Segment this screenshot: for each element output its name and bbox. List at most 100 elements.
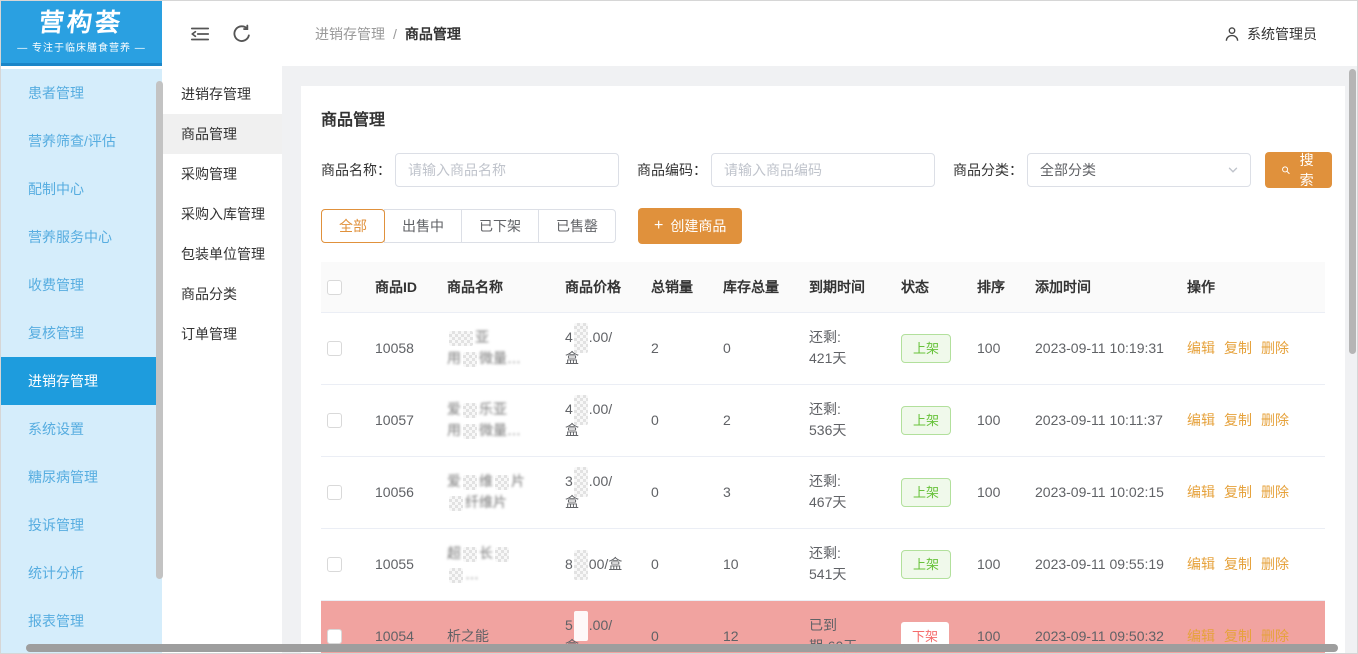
cell-sort: 100 [971,384,1029,456]
cell-product-price: 4.00/ 盒 [559,384,645,456]
sidebar-item-nutrition-screening[interactable]: 营养筛查/评估 [1,117,162,165]
cell-actions: 编辑复制删除 [1181,384,1325,456]
create-product-button[interactable]: + 创建商品 [638,208,742,244]
sidebar-item-review[interactable]: 复核管理 [1,309,162,357]
censored-region [463,475,477,490]
status-badge: 上架 [901,550,951,579]
cell-expiry: 还剩: 536天 [803,384,895,456]
censored-region [574,550,588,580]
submenu-item-purchase-inbound[interactable]: 采购入库管理 [163,194,282,234]
col-status: 状态 [895,262,971,312]
edit-link[interactable]: 编辑 [1187,340,1215,356]
submenu-item-packaging-unit[interactable]: 包装单位管理 [163,234,282,274]
tab-all[interactable]: 全部 [321,209,385,243]
row-checkbox[interactable] [327,557,342,572]
sidebar-item-system-settings[interactable]: 系统设置 [1,405,162,453]
cell-added-time: 2023-09-11 10:02:15 [1029,456,1181,528]
brand-logo-text: 营构荟 [38,10,125,36]
row-checkbox[interactable] [327,485,342,500]
tab-sold-out[interactable]: 已售罄 [538,209,616,243]
copy-link[interactable]: 复制 [1224,628,1252,644]
censored-region [463,352,477,367]
edit-link[interactable]: 编辑 [1187,484,1215,500]
submenu-item-purchase-management[interactable]: 采购管理 [163,154,282,194]
select-all-checkbox[interactable] [327,280,342,295]
row-checkbox[interactable] [327,413,342,428]
sidebar-scrollbar[interactable] [156,81,163,579]
sidebar-item-reports[interactable]: 报表管理 [1,597,162,645]
sidebar-item-diabetes[interactable]: 糖尿病管理 [1,453,162,501]
submenu-item-product-category[interactable]: 商品分类 [163,274,282,314]
row-checkbox[interactable] [327,629,342,644]
tab-off-shelf[interactable]: 已下架 [461,209,539,243]
search-icon [1281,163,1290,177]
submenu-item-inventory-root[interactable]: 进销存管理 [163,74,282,114]
cell-product-id: 10058 [369,312,441,384]
censored-region [574,467,588,497]
topbar: 进销存管理 / 商品管理 系统管理员 [163,1,1357,66]
vertical-scrollbar[interactable] [1349,69,1356,354]
horizontal-scrollbar[interactable] [26,644,1338,652]
copy-link[interactable]: 复制 [1224,484,1252,500]
breadcrumb-parent[interactable]: 进销存管理 [315,24,385,44]
cell-total-stock: 2 [717,384,803,456]
censored-region [463,403,477,418]
delete-link[interactable]: 删除 [1261,556,1289,572]
cell-actions: 编辑复制删除 [1181,528,1325,600]
censored-region [574,323,588,353]
product-name-input[interactable] [395,153,619,187]
cell-product-name: 爱乐亚 用微量… [441,384,559,456]
refresh-icon[interactable] [231,23,253,45]
menu-fold-icon[interactable] [189,23,211,45]
sidebar-item-complaints[interactable]: 投诉管理 [1,501,162,549]
cell-product-id: 10057 [369,384,441,456]
primary-sidebar: 患者管理 营养筛查/评估 配制中心 营养服务中心 收费管理 复核管理 进销存管理… [1,69,162,653]
col-actions: 操作 [1181,262,1325,312]
search-button[interactable]: 搜索 [1265,152,1332,188]
product-category-label: 商品分类： [953,160,1023,180]
copy-link[interactable]: 复制 [1224,556,1252,572]
sidebar-item-preparation-center[interactable]: 配制中心 [1,165,162,213]
submenu-item-product-management[interactable]: 商品管理 [163,114,282,154]
category-select[interactable]: 全部分类 [1027,153,1251,187]
sidebar-item-statistics[interactable]: 统计分析 [1,549,162,597]
censored-region [463,547,477,562]
col-expiry: 到期时间 [803,262,895,312]
search-button-label: 搜索 [1297,150,1316,190]
delete-link[interactable]: 删除 [1261,340,1289,356]
delete-link[interactable]: 删除 [1261,484,1289,500]
product-management-card: 商品管理 商品名称： 商品编码： 商品分类： 全部分类 [301,86,1345,653]
product-code-label: 商品编码： [637,160,707,180]
cell-product-name: 超长 … [441,528,559,600]
user-menu[interactable]: 系统管理员 [1223,24,1317,44]
cell-total-stock: 3 [717,456,803,528]
table-row: 10057 爱乐亚 用微量… 4.00/ 盒 0 2 还剩: 536天 [321,384,1325,456]
page-title: 商品管理 [321,106,1325,130]
row-checkbox[interactable] [327,341,342,356]
cell-product-name: 亚 用微量… [441,312,559,384]
copy-link[interactable]: 复制 [1224,340,1252,356]
cell-product-price: 4.00/ 盒 [559,312,645,384]
sidebar-item-inventory[interactable]: 进销存管理 [1,357,162,405]
tab-on-sale[interactable]: 出售中 [384,209,462,243]
copy-link[interactable]: 复制 [1224,412,1252,428]
product-code-input[interactable] [711,153,935,187]
censored-region [495,475,509,490]
delete-link[interactable]: 删除 [1261,412,1289,428]
sidebar-item-nutrition-service[interactable]: 营养服务中心 [1,213,162,261]
sidebar-item-patients[interactable]: 患者管理 [1,69,162,117]
col-total-stock: 库存总量 [717,262,803,312]
delete-link[interactable]: 删除 [1261,628,1289,644]
edit-link[interactable]: 编辑 [1187,628,1215,644]
edit-link[interactable]: 编辑 [1187,412,1215,428]
cell-total-sales: 0 [645,528,717,600]
status-tabs: 全部 出售中 已下架 已售罄 + 创建商品 [321,208,1325,244]
user-name: 系统管理员 [1247,24,1317,44]
breadcrumb-separator: / [393,26,397,42]
submenu-item-order-management[interactable]: 订单管理 [163,314,282,354]
col-product-name: 商品名称 [441,262,559,312]
sidebar-item-charging[interactable]: 收费管理 [1,261,162,309]
filter-bar: 商品名称： 商品编码： 商品分类： 全部分类 [321,152,1325,188]
filter-product-code: 商品编码： [637,153,935,187]
edit-link[interactable]: 编辑 [1187,556,1215,572]
